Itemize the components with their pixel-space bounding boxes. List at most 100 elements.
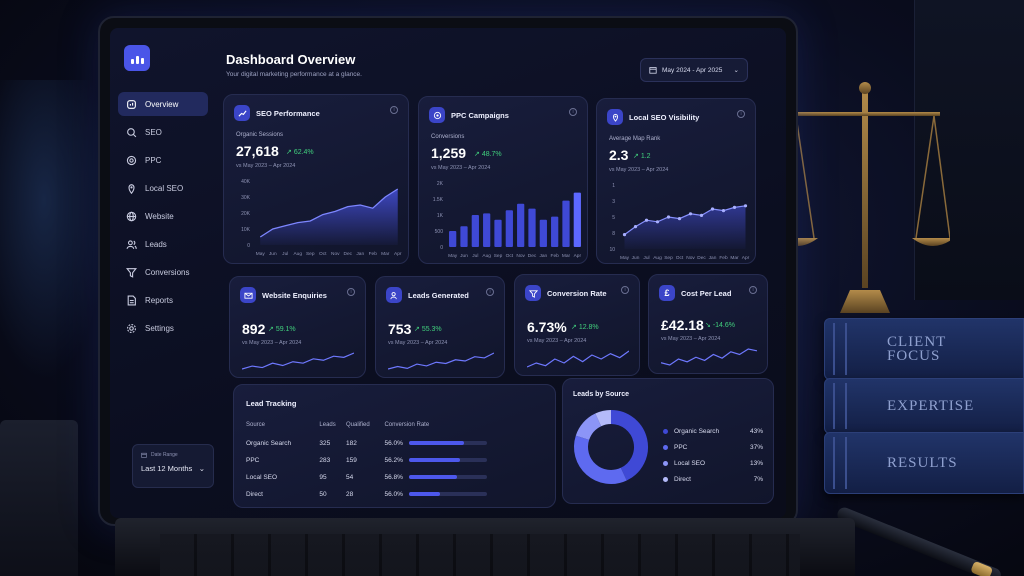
- map-pin-icon: [128, 183, 135, 194]
- cell-rate: 56.0%: [384, 435, 551, 452]
- lead-tracking-table: Source Leads Qualified Conversion Rate Orga…: [246, 415, 551, 503]
- chart-svg: 1 3 5 8 10 May Jun Jul Aug Sep Oct Nov Dec Jan Feb Mar A…: [609, 183, 749, 261]
- x-tick-label: Dec: [528, 253, 537, 259]
- comparison-note: vs May 2023 – Apr 2024: [388, 340, 448, 346]
- x-tick-label: Dec: [697, 255, 706, 261]
- x-tick-label: Apr: [574, 253, 582, 259]
- funnel-icon: [525, 285, 541, 301]
- metric-value: £42.18: [661, 317, 704, 333]
- lead-tracking-card: Lead Tracking Source Leads Qualified Conver…: [233, 384, 556, 508]
- info-icon[interactable]: i: [749, 286, 757, 294]
- info-icon[interactable]: i: [486, 288, 494, 296]
- conversion-rate-value: 56.0%: [384, 491, 403, 498]
- bar: [460, 226, 468, 247]
- cell-rate: 56.0%: [384, 486, 551, 503]
- column-header: Source: [246, 422, 266, 428]
- sidebar-item-settings[interactable]: Settings: [118, 316, 208, 340]
- legend-swatch: [663, 476, 668, 482]
- y-tick-label: 8: [612, 231, 615, 237]
- date-range-select[interactable]: Date Range Last 12 Months ⌄: [132, 444, 214, 488]
- data-point: [666, 215, 671, 219]
- cell-leads: 325: [319, 440, 331, 447]
- conversion-rate-card[interactable]: Conversion Rate i 6.73% ↗ 12.8% vs May 2…: [514, 274, 640, 376]
- legend-item: Organic Search 43%: [663, 423, 763, 439]
- cell-qualified: 28: [345, 491, 354, 498]
- chevron-down-icon: ⌄: [198, 464, 205, 473]
- x-tick-label: Jan: [356, 251, 364, 257]
- local-seo-card[interactable]: Local SEO Visibility i Average Map Rank …: [596, 98, 756, 264]
- table-header-row: Source Leads Qualified Conversion Rate: [246, 415, 551, 435]
- period-value: May 2024 - Apr 2025: [662, 66, 723, 74]
- data-point: [743, 204, 748, 208]
- info-icon[interactable]: i: [390, 106, 398, 114]
- table-row: Organic Search 325 182 56.0%: [246, 435, 551, 452]
- cost-per-lead-card[interactable]: £ Cost Per Lead i £42.18 ↘ -14.6% vs May …: [648, 274, 768, 374]
- card-title: Local SEO Visibility: [629, 112, 700, 122]
- target-icon: [126, 155, 137, 165]
- chart-svg: [388, 352, 494, 370]
- period-selector[interactable]: May 2024 - Apr 2025 ⌄: [640, 58, 748, 82]
- info-icon[interactable]: i: [347, 288, 355, 296]
- metric-value: 6.73%: [527, 319, 567, 335]
- x-tick-label: Jan: [539, 253, 547, 259]
- metric-value: 2.3: [609, 147, 629, 163]
- seo-performance-card[interactable]: SEO Performance i Organic Sessions 27,61…: [223, 94, 409, 264]
- bar: [471, 215, 479, 247]
- dashboard-screen: Overview SEO PPC Local SEO Website Leads Conve…: [110, 28, 786, 518]
- chart-svg: [574, 410, 648, 484]
- cell-leads: 50: [319, 491, 327, 498]
- conversion-rate-value: 56.8%: [384, 474, 403, 481]
- sidebar-item-overview[interactable]: Overview: [118, 92, 208, 116]
- comparison-note: vs May 2023 – Apr 2024: [661, 336, 721, 342]
- metric-value: 753: [388, 321, 412, 337]
- donut-legend: Organic Search 43% PPC 37% Local SEO 13% Direc…: [663, 423, 763, 487]
- sidebar-item-ppc[interactable]: PPC: [118, 148, 208, 172]
- sparkline: [661, 348, 757, 366]
- conversion-rate-bar: [408, 475, 487, 480]
- bar: [562, 200, 570, 247]
- y-tick-label: 30K: [241, 195, 251, 201]
- conversion-rate-bar-fill: [408, 458, 461, 463]
- search-icon: [127, 127, 137, 137]
- x-tick-label: May: [256, 251, 266, 257]
- sparkline: [242, 352, 354, 370]
- sidebar-item-local-seo[interactable]: Local SEO: [118, 176, 208, 200]
- sidebar-item-website[interactable]: Website: [118, 204, 208, 228]
- chart-svg: [527, 350, 629, 368]
- conversion-rate-bar-fill: [408, 492, 441, 497]
- app-logo-icon[interactable]: [124, 45, 150, 71]
- conversion-rate-value: 56.2%: [384, 457, 403, 464]
- globe-icon: [126, 211, 137, 221]
- x-tick-label: Nov: [331, 251, 340, 257]
- sidebar-item-conversions[interactable]: Conversions: [118, 260, 208, 284]
- sidebar-item-seo[interactable]: SEO: [118, 120, 208, 144]
- delta-badge: ↗ 55.3%: [414, 326, 442, 333]
- ppc-campaigns-card[interactable]: PPC Campaigns i Conversions 1,259 ↗ 48.7…: [418, 96, 588, 264]
- sidebar-item-reports[interactable]: Reports: [118, 288, 208, 312]
- comparison-note: vs May 2023 – Apr 2024: [431, 165, 491, 171]
- info-icon[interactable]: i: [737, 110, 745, 118]
- info-icon[interactable]: i: [569, 108, 577, 116]
- data-point: [710, 207, 715, 211]
- x-tick-label: Aug: [482, 253, 491, 259]
- x-tick-label: Nov: [516, 253, 525, 259]
- area-fill: [624, 205, 746, 249]
- donut-slice: [574, 435, 627, 484]
- cell-leads: 283: [319, 457, 331, 464]
- comparison-note: vs May 2023 – Apr 2024: [242, 340, 302, 346]
- table-row: Local SEO 95 54 56.8%: [246, 469, 551, 486]
- cell-qualified: 159: [345, 457, 357, 464]
- target-icon: [429, 107, 445, 123]
- website-enquiries-card[interactable]: Website Enquiries i 892 ↗ 59.1% vs May 2…: [229, 276, 366, 378]
- y-tick-label: 500: [435, 229, 444, 235]
- leads-by-source-card: Leads by Source Organic Search 43% PPC 37% L…: [562, 378, 774, 504]
- leads-generated-card[interactable]: Leads Generated i 753 ↗ 55.3% vs May 202…: [375, 276, 505, 378]
- y-tick-label: 0: [440, 245, 443, 251]
- y-tick-label: 0: [247, 243, 250, 249]
- page-subtitle: Your digital marketing performance at a …: [226, 71, 362, 78]
- sidebar-item-label: Reports: [145, 295, 174, 305]
- info-icon[interactable]: i: [621, 286, 629, 294]
- sparkline: [527, 350, 629, 368]
- sidebar-item-leads[interactable]: Leads: [118, 232, 208, 256]
- data-point: [688, 212, 693, 216]
